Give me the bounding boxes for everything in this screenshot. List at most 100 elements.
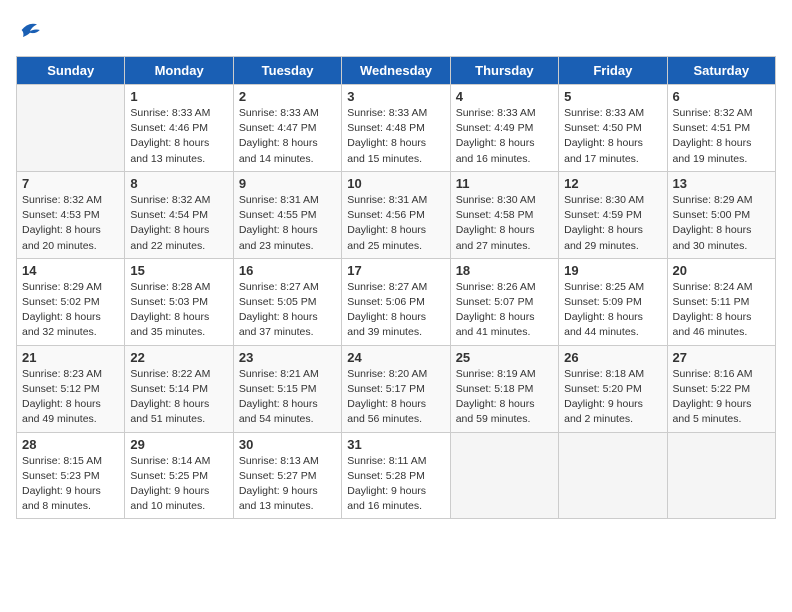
day-number: 26 bbox=[564, 350, 661, 365]
day-number: 17 bbox=[347, 263, 444, 278]
day-info: Sunrise: 8:21 AMSunset: 5:15 PMDaylight:… bbox=[239, 367, 336, 428]
day-number: 29 bbox=[130, 437, 227, 452]
day-info: Sunrise: 8:22 AMSunset: 5:14 PMDaylight:… bbox=[130, 367, 227, 428]
day-number: 19 bbox=[564, 263, 661, 278]
weekday-header-wednesday: Wednesday bbox=[342, 57, 450, 85]
day-number: 9 bbox=[239, 176, 336, 191]
calendar-cell: 16Sunrise: 8:27 AMSunset: 5:05 PMDayligh… bbox=[233, 258, 341, 345]
day-number: 18 bbox=[456, 263, 553, 278]
day-number: 30 bbox=[239, 437, 336, 452]
calendar-cell: 3Sunrise: 8:33 AMSunset: 4:48 PMDaylight… bbox=[342, 85, 450, 172]
day-info: Sunrise: 8:24 AMSunset: 5:11 PMDaylight:… bbox=[673, 280, 770, 341]
week-row-4: 28 Sunrise: 8:15 AMSunset: 5:23 PMDayligh… bbox=[17, 432, 776, 519]
calendar-cell: 25 Sunrise: 8:19 AMSunset: 5:18 PMDayligh… bbox=[450, 345, 558, 432]
calendar-cell: 8 Sunrise: 8:32 AMSunset: 4:54 PMDaylight… bbox=[125, 171, 233, 258]
calendar-cell: 12 Sunrise: 8:30 AMSunset: 4:59 PMDayligh… bbox=[559, 171, 667, 258]
logo bbox=[16, 16, 48, 44]
day-info: Sunrise: 8:32 AMSunset: 4:54 PMDaylight:… bbox=[130, 193, 227, 254]
calendar-cell: 20 Sunrise: 8:24 AMSunset: 5:11 PMDayligh… bbox=[667, 258, 775, 345]
day-info: Sunrise: 8:31 AMSunset: 4:56 PMDaylight:… bbox=[347, 193, 444, 254]
calendar-cell: 7 Sunrise: 8:32 AMSunset: 4:53 PMDaylight… bbox=[17, 171, 125, 258]
day-number: 21 bbox=[22, 350, 119, 365]
calendar-cell: 29Sunrise: 8:14 AMSunset: 5:25 PMDayligh… bbox=[125, 432, 233, 519]
day-number: 7 bbox=[22, 176, 119, 191]
calendar-cell: 27 Sunrise: 8:16 AMSunset: 5:22 PMDayligh… bbox=[667, 345, 775, 432]
calendar-cell bbox=[17, 85, 125, 172]
day-info: Sunrise: 8:16 AMSunset: 5:22 PMDaylight:… bbox=[673, 367, 770, 428]
calendar-cell: 1 Sunrise: 8:33 AMSunset: 4:46 PMDaylight… bbox=[125, 85, 233, 172]
day-info: Sunrise: 8:33 AMSunset: 4:47 PMDaylight:… bbox=[239, 106, 336, 167]
day-info: Sunrise: 8:28 AMSunset: 5:03 PMDaylight:… bbox=[130, 280, 227, 341]
day-info: Sunrise: 8:33 AMSunset: 4:50 PMDaylight:… bbox=[564, 106, 661, 167]
day-info: Sunrise: 8:23 AMSunset: 5:12 PMDaylight:… bbox=[22, 367, 119, 428]
day-info: Sunrise: 8:20 AMSunset: 5:17 PMDaylight:… bbox=[347, 367, 444, 428]
day-info: Sunrise: 8:29 AMSunset: 5:02 PMDaylight:… bbox=[22, 280, 119, 341]
calendar-table: SundayMondayTuesdayWednesdayThursdayFrid… bbox=[16, 56, 776, 519]
day-info: Sunrise: 8:25 AMSunset: 5:09 PMDaylight:… bbox=[564, 280, 661, 341]
day-number: 20 bbox=[673, 263, 770, 278]
week-row-3: 21 Sunrise: 8:23 AMSunset: 5:12 PMDayligh… bbox=[17, 345, 776, 432]
day-number: 12 bbox=[564, 176, 661, 191]
calendar-cell: 14 Sunrise: 8:29 AMSunset: 5:02 PMDayligh… bbox=[17, 258, 125, 345]
day-number: 23 bbox=[239, 350, 336, 365]
calendar-cell: 2 Sunrise: 8:33 AMSunset: 4:47 PMDaylight… bbox=[233, 85, 341, 172]
weekday-header-thursday: Thursday bbox=[450, 57, 558, 85]
day-info: Sunrise: 8:19 AMSunset: 5:18 PMDaylight:… bbox=[456, 367, 553, 428]
calendar-cell: 9Sunrise: 8:31 AMSunset: 4:55 PMDaylight… bbox=[233, 171, 341, 258]
calendar-cell: 17 Sunrise: 8:27 AMSunset: 5:06 PMDayligh… bbox=[342, 258, 450, 345]
logo-bird-icon bbox=[16, 16, 44, 44]
day-info: Sunrise: 8:32 AMSunset: 4:51 PMDaylight:… bbox=[673, 106, 770, 167]
day-info: Sunrise: 8:30 AMSunset: 4:59 PMDaylight:… bbox=[564, 193, 661, 254]
day-info: Sunrise: 8:18 AMSunset: 5:20 PMDaylight:… bbox=[564, 367, 661, 428]
calendar-cell: 24Sunrise: 8:20 AMSunset: 5:17 PMDayligh… bbox=[342, 345, 450, 432]
calendar-cell: 22 Sunrise: 8:22 AMSunset: 5:14 PMDayligh… bbox=[125, 345, 233, 432]
calendar-cell: 19 Sunrise: 8:25 AMSunset: 5:09 PMDayligh… bbox=[559, 258, 667, 345]
day-info: Sunrise: 8:13 AMSunset: 5:27 PMDaylight:… bbox=[239, 454, 336, 515]
day-number: 13 bbox=[673, 176, 770, 191]
day-number: 16 bbox=[239, 263, 336, 278]
day-number: 14 bbox=[22, 263, 119, 278]
calendar-cell: 4 Sunrise: 8:33 AMSunset: 4:49 PMDaylight… bbox=[450, 85, 558, 172]
day-info: Sunrise: 8:30 AMSunset: 4:58 PMDaylight:… bbox=[456, 193, 553, 254]
calendar-cell bbox=[559, 432, 667, 519]
day-number: 11 bbox=[456, 176, 553, 191]
day-number: 8 bbox=[130, 176, 227, 191]
day-number: 2 bbox=[239, 89, 336, 104]
calendar-cell bbox=[667, 432, 775, 519]
day-number: 31 bbox=[347, 437, 444, 452]
calendar-cell: 6Sunrise: 8:32 AMSunset: 4:51 PMDaylight… bbox=[667, 85, 775, 172]
day-number: 10 bbox=[347, 176, 444, 191]
day-number: 4 bbox=[456, 89, 553, 104]
weekday-header-sunday: Sunday bbox=[17, 57, 125, 85]
weekday-header-monday: Monday bbox=[125, 57, 233, 85]
day-number: 22 bbox=[130, 350, 227, 365]
day-info: Sunrise: 8:32 AMSunset: 4:53 PMDaylight:… bbox=[22, 193, 119, 254]
page-header bbox=[16, 16, 776, 44]
weekday-header-tuesday: Tuesday bbox=[233, 57, 341, 85]
day-info: Sunrise: 8:15 AMSunset: 5:23 PMDaylight:… bbox=[22, 454, 119, 515]
day-info: Sunrise: 8:33 AMSunset: 4:46 PMDaylight:… bbox=[130, 106, 227, 167]
calendar-cell: 11 Sunrise: 8:30 AMSunset: 4:58 PMDayligh… bbox=[450, 171, 558, 258]
weekday-header-friday: Friday bbox=[559, 57, 667, 85]
day-info: Sunrise: 8:11 AMSunset: 5:28 PMDaylight:… bbox=[347, 454, 444, 515]
calendar-cell: 5 Sunrise: 8:33 AMSunset: 4:50 PMDaylight… bbox=[559, 85, 667, 172]
calendar-cell: 21 Sunrise: 8:23 AMSunset: 5:12 PMDayligh… bbox=[17, 345, 125, 432]
calendar-cell: 13 Sunrise: 8:29 AMSunset: 5:00 PMDayligh… bbox=[667, 171, 775, 258]
day-info: Sunrise: 8:27 AMSunset: 5:06 PMDaylight:… bbox=[347, 280, 444, 341]
calendar-cell: 10 Sunrise: 8:31 AMSunset: 4:56 PMDayligh… bbox=[342, 171, 450, 258]
day-info: Sunrise: 8:29 AMSunset: 5:00 PMDaylight:… bbox=[673, 193, 770, 254]
calendar-cell bbox=[450, 432, 558, 519]
calendar-cell: 30 Sunrise: 8:13 AMSunset: 5:27 PMDayligh… bbox=[233, 432, 341, 519]
calendar-cell: 31 Sunrise: 8:11 AMSunset: 5:28 PMDayligh… bbox=[342, 432, 450, 519]
day-number: 1 bbox=[130, 89, 227, 104]
day-info: Sunrise: 8:33 AMSunset: 4:49 PMDaylight:… bbox=[456, 106, 553, 167]
day-number: 5 bbox=[564, 89, 661, 104]
calendar-cell: 23 Sunrise: 8:21 AMSunset: 5:15 PMDayligh… bbox=[233, 345, 341, 432]
day-number: 3 bbox=[347, 89, 444, 104]
calendar-cell: 18Sunrise: 8:26 AMSunset: 5:07 PMDayligh… bbox=[450, 258, 558, 345]
day-number: 25 bbox=[456, 350, 553, 365]
week-row-1: 7 Sunrise: 8:32 AMSunset: 4:53 PMDaylight… bbox=[17, 171, 776, 258]
weekday-header-saturday: Saturday bbox=[667, 57, 775, 85]
day-number: 27 bbox=[673, 350, 770, 365]
day-number: 28 bbox=[22, 437, 119, 452]
